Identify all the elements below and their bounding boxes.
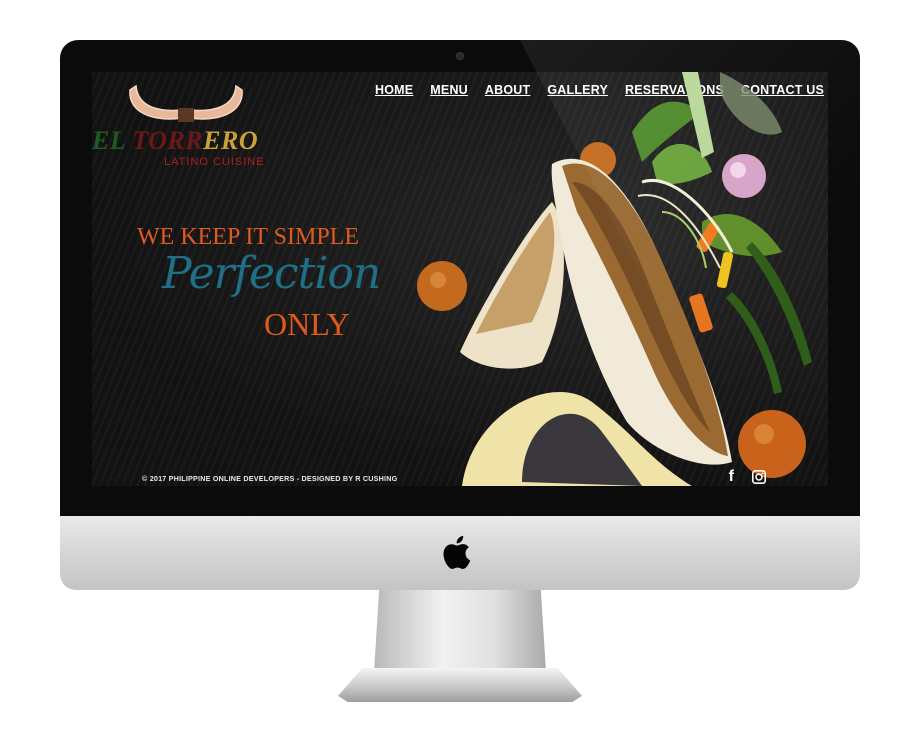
instagram-icon[interactable] bbox=[752, 470, 766, 484]
monitor-stand-neck bbox=[374, 590, 546, 672]
social-links: f bbox=[729, 469, 766, 485]
website-screen: EL TORRERO LATINO CUISINE HOME MENU ABOU… bbox=[92, 72, 828, 486]
fish-dish-image bbox=[417, 72, 812, 486]
hero-script-text: Perfection bbox=[162, 248, 381, 299]
logo-word-ero: ERO bbox=[203, 126, 259, 155]
hero-tagline: WE KEEP IT SIMPLE bbox=[137, 224, 359, 250]
logo-word-el: EL bbox=[92, 126, 133, 155]
logo-word-torr: TORR bbox=[132, 126, 204, 155]
camera-dot bbox=[456, 52, 464, 60]
monitor-stand-base bbox=[338, 668, 582, 702]
apple-logo-icon bbox=[443, 535, 471, 569]
site-logo[interactable]: EL TORRERO LATINO CUISINE bbox=[92, 78, 282, 168]
logo-wordmark: EL TORRERO bbox=[92, 126, 258, 156]
logo-subtitle: LATINO CUISINE bbox=[164, 156, 265, 168]
facebook-icon[interactable]: f bbox=[729, 469, 734, 485]
hero-only-text: ONLY bbox=[264, 306, 350, 342]
copyright-text: © 2017 PHILIPPINE ONLINE DEVELOPERS - DE… bbox=[142, 474, 398, 483]
bull-horns-icon bbox=[129, 84, 243, 122]
